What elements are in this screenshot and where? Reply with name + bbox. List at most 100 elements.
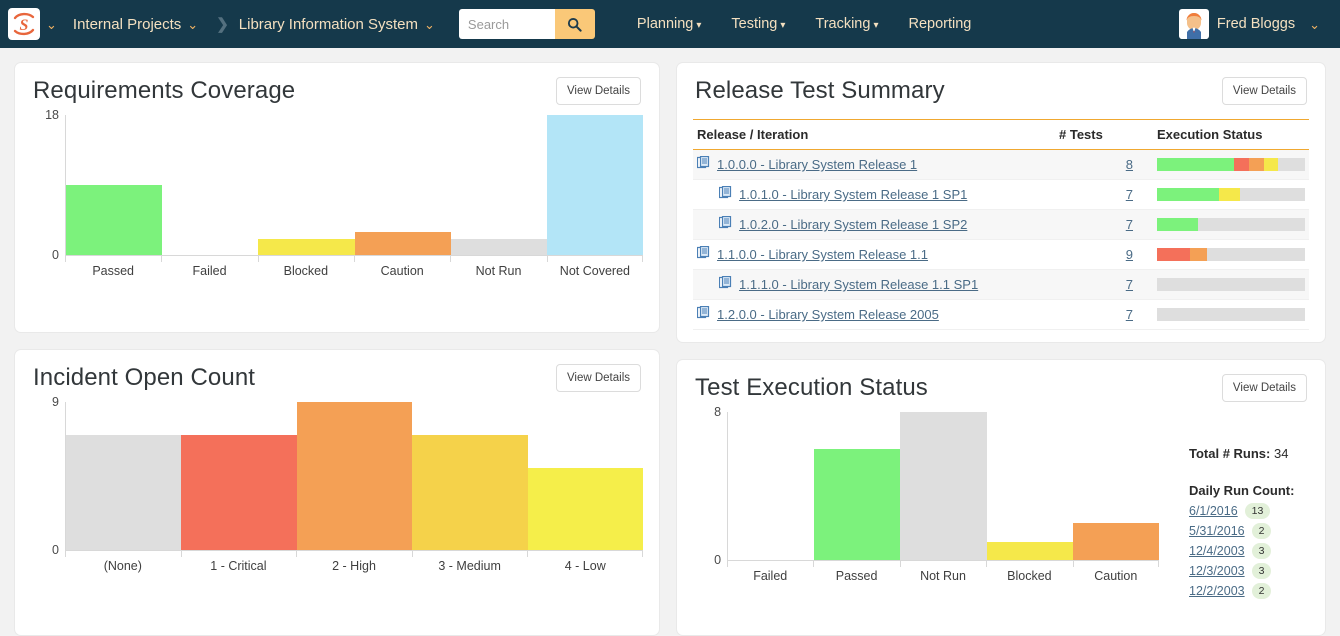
user-menu[interactable]: Fred Bloggs ⌄ xyxy=(1179,9,1326,39)
incident-open-count-header: Incident Open Count View Details xyxy=(15,350,659,392)
table-row: 1.1.0.0 - Library System Release 1.1 9 xyxy=(693,240,1309,270)
tests-count-link[interactable]: 9 xyxy=(1126,247,1133,262)
menu-item-testing[interactable]: Testing▾ xyxy=(731,16,785,32)
menu-item-planning[interactable]: Planning▾ xyxy=(637,16,701,32)
execution-status-cell xyxy=(1145,300,1309,330)
bar[interactable] xyxy=(412,435,527,550)
daily-run-count-row: 6/1/2016 13 xyxy=(1189,503,1325,519)
bar[interactable] xyxy=(66,435,181,550)
total-runs-label: Total # Runs: xyxy=(1189,446,1270,461)
release-test-summary-header: Release Test Summary View Details xyxy=(677,63,1325,105)
bar-slot xyxy=(814,412,900,560)
bar[interactable] xyxy=(814,449,900,560)
project-label[interactable]: Library Information System xyxy=(239,16,418,33)
project-group-label[interactable]: Internal Projects xyxy=(73,16,181,33)
bar[interactable] xyxy=(297,402,412,550)
status-segment xyxy=(1249,158,1264,171)
release-test-summary-view-details-button[interactable]: View Details xyxy=(1222,77,1307,105)
logo-dropdown-caret[interactable]: ⌄ xyxy=(46,18,57,31)
test-execution-status-panel: Test Execution Status View Details 08 Fa… xyxy=(676,359,1326,636)
execution-status-cell xyxy=(1145,240,1309,270)
release-link[interactable]: 1.1.1.0 - Library System Release 1.1 SP1 xyxy=(739,277,978,292)
status-badge: 3 xyxy=(1252,543,1272,559)
breadcrumb-separator-icon: ❯ xyxy=(216,15,229,33)
daily-run-date-link[interactable]: 12/3/2003 xyxy=(1189,564,1245,578)
tests-count-link[interactable]: 7 xyxy=(1126,277,1133,292)
test-execution-status-body: 08 FailedPassedNot RunBlockedCaution Tot… xyxy=(677,402,1325,603)
column-header-release: Release / Iteration xyxy=(693,120,1055,150)
status-segment xyxy=(1157,248,1190,261)
page-title: Release Test Summary xyxy=(695,77,945,105)
bar[interactable] xyxy=(258,239,354,255)
tests-count-link[interactable]: 7 xyxy=(1126,187,1133,202)
bar[interactable] xyxy=(1073,523,1159,560)
release-icon xyxy=(719,186,733,203)
tests-count-link[interactable]: 8 xyxy=(1126,157,1133,172)
test-execution-status-view-details-button[interactable]: View Details xyxy=(1222,374,1307,402)
menu-item-planning-label: Planning xyxy=(637,16,693,32)
daily-run-count-row: 12/3/20033 xyxy=(1189,563,1325,579)
status-segment xyxy=(1207,248,1305,261)
bar[interactable] xyxy=(547,115,643,255)
status-segment xyxy=(1157,278,1305,291)
menu-item-tracking[interactable]: Tracking▾ xyxy=(815,16,878,32)
search-input[interactable] xyxy=(459,9,555,39)
daily-run-date-link[interactable]: 12/2/2003 xyxy=(1189,584,1245,598)
tests-count-cell: 7 xyxy=(1055,270,1145,300)
status-segment xyxy=(1264,158,1279,171)
bar-slot xyxy=(412,402,527,550)
release-name-cell: 1.0.1.0 - Library System Release 1 SP1 xyxy=(693,180,1055,210)
chevron-down-icon: ▾ xyxy=(873,20,878,31)
execution-status-bar xyxy=(1157,188,1305,201)
daily-run-date-link[interactable]: 12/4/2003 xyxy=(1189,544,1245,558)
release-link[interactable]: 1.2.0.0 - Library System Release 2005 xyxy=(717,307,939,322)
release-link[interactable]: 1.1.0.0 - Library System Release 1.1 xyxy=(717,247,928,262)
x-axis-label: Blocked xyxy=(258,256,354,278)
bar[interactable] xyxy=(181,435,296,550)
release-link[interactable]: 1.0.0.0 - Library System Release 1 xyxy=(717,157,917,172)
bar[interactable] xyxy=(528,468,643,550)
test-execution-side-panel: Total # Runs: 34 Daily Run Count: 6/1/20… xyxy=(1175,402,1325,603)
x-axis-label: Not Run xyxy=(900,561,986,583)
release-link[interactable]: 1.0.2.0 - Library System Release 1 SP2 xyxy=(739,217,967,232)
bar-slot xyxy=(66,402,181,550)
spira-logo-icon[interactable]: S xyxy=(8,8,40,40)
requirements-coverage-view-details-button[interactable]: View Details xyxy=(556,77,641,105)
bar[interactable] xyxy=(900,412,986,560)
bar[interactable] xyxy=(355,232,451,255)
status-segment xyxy=(1198,218,1305,231)
release-link[interactable]: 1.0.1.0 - Library System Release 1 SP1 xyxy=(739,187,967,202)
bar[interactable] xyxy=(451,239,547,255)
execution-status-cell xyxy=(1145,270,1309,300)
y-axis-tick: 8 xyxy=(714,405,721,419)
status-segment xyxy=(1219,188,1240,201)
release-name-wrap: 1.1.1.0 - Library System Release 1.1 SP1 xyxy=(697,276,1051,293)
incident-open-count-view-details-button[interactable]: View Details xyxy=(556,364,641,392)
status-segment xyxy=(1278,158,1305,171)
menu-item-reporting[interactable]: Reporting xyxy=(908,16,971,32)
status-segment xyxy=(1157,308,1305,321)
daily-run-date-link[interactable]: 6/1/2016 xyxy=(1189,504,1238,518)
x-axis-label: 2 - High xyxy=(296,551,412,573)
daily-run-count-list: 6/1/2016135/31/2016212/4/2003312/3/20033… xyxy=(1189,503,1325,599)
bar-slot xyxy=(1073,412,1159,560)
search-button[interactable] xyxy=(555,9,595,39)
release-name-cell: 1.0.2.0 - Library System Release 1 SP2 xyxy=(693,210,1055,240)
release-name-cell: 1.0.0.0 - Library System Release 1 xyxy=(693,150,1055,180)
project-group-caret[interactable]: ⌄ xyxy=(187,18,198,31)
main-menu: Planning▾ Testing▾ Tracking▾ Reporting xyxy=(637,16,971,32)
x-axis-label: 4 - Low xyxy=(527,551,643,573)
bar-slot xyxy=(547,115,643,255)
tests-count-link[interactable]: 7 xyxy=(1126,217,1133,232)
bar[interactable] xyxy=(987,542,1073,561)
release-icon xyxy=(719,216,733,233)
project-caret[interactable]: ⌄ xyxy=(424,18,435,31)
user-menu-caret[interactable]: ⌄ xyxy=(1309,18,1320,31)
tests-count-link[interactable]: 7 xyxy=(1126,307,1133,322)
svg-text:S: S xyxy=(20,17,29,34)
release-table-wrap: Release / Iteration # Tests Execution St… xyxy=(677,119,1325,330)
status-badge: 13 xyxy=(1245,503,1271,519)
daily-run-date-link[interactable]: 5/31/2016 xyxy=(1189,524,1245,538)
bar[interactable] xyxy=(66,185,162,255)
bar-slot xyxy=(728,412,814,560)
